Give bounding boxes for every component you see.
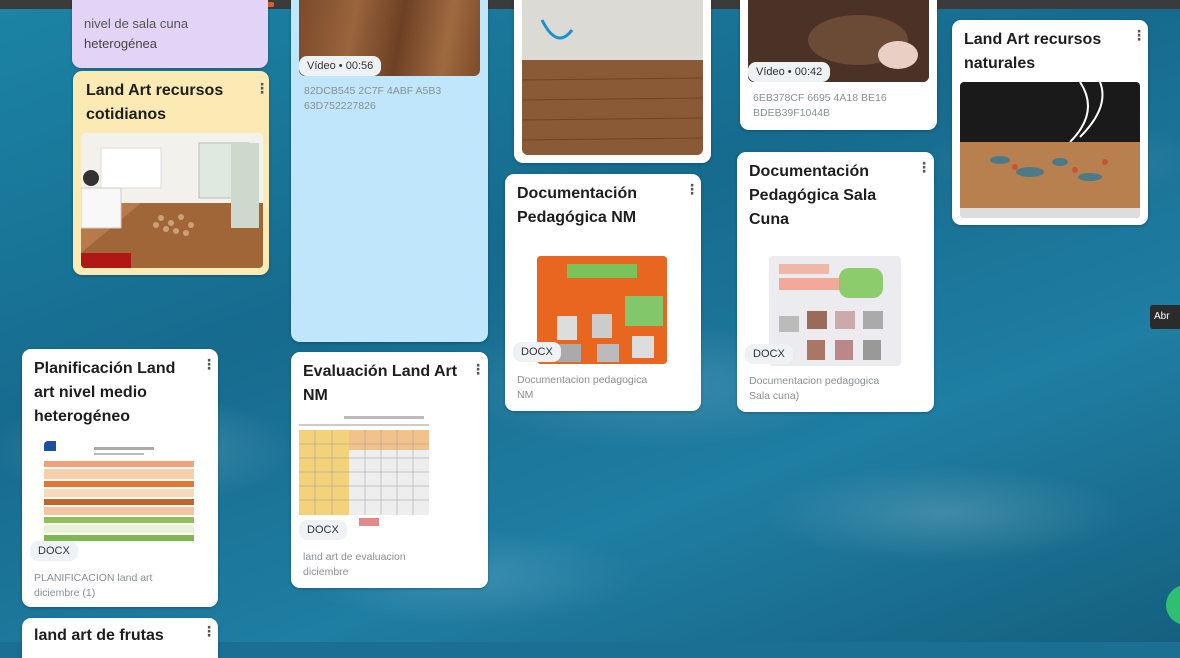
card-title: Pedagógica NM bbox=[517, 209, 637, 226]
more-options-icon[interactable]: ⋮ bbox=[917, 160, 931, 174]
classroom-photo bbox=[81, 133, 263, 268]
document-caption: diciembre (1) bbox=[34, 587, 96, 599]
docx-badge: DOCX bbox=[745, 344, 793, 364]
more-options-icon[interactable]: ⋮ bbox=[1132, 28, 1146, 42]
document-caption: Sala cuna) bbox=[749, 390, 800, 402]
docx-badge: DOCX bbox=[30, 541, 78, 561]
card-video-2[interactable]: Vídeo • 00:42 6EB378CF 6695 4A18 BE16 BD… bbox=[740, 0, 937, 130]
card-title: Evaluación Land Art bbox=[303, 363, 458, 380]
document-caption: Documentacion pedagogica bbox=[517, 374, 648, 386]
card-title: heterogénea bbox=[84, 36, 158, 51]
card-title: land art de frutas bbox=[34, 627, 164, 644]
card-evaluacion-land-art[interactable]: Evaluación Land Art NM ⋮ DOCX land art d… bbox=[291, 352, 488, 588]
card-title: naturales bbox=[964, 55, 1036, 72]
docx-badge: DOCX bbox=[299, 520, 347, 540]
card-land-art-frutas[interactable]: land art de frutas ⋮ bbox=[22, 618, 218, 658]
card-sala-cuna-heterogenea[interactable]: nivel de sala cuna heterogénea bbox=[72, 0, 268, 68]
document-caption: PLANIFICACION land art bbox=[34, 572, 153, 584]
card-title: nivel de sala cuna bbox=[84, 16, 189, 31]
document-caption: diciembre bbox=[303, 566, 349, 578]
card-documentacion-nm[interactable]: Documentación Pedagógica NM ⋮ DOCX Docum… bbox=[505, 174, 701, 411]
natural-materials-photo bbox=[960, 82, 1140, 218]
more-options-icon[interactable]: ⋮ bbox=[255, 81, 269, 95]
card-planificacion[interactable]: Planificación Land art nivel medio heter… bbox=[22, 349, 218, 607]
card-title: Planificación Land bbox=[34, 360, 176, 377]
floor-photo[interactable] bbox=[522, 0, 703, 155]
card-title: Documentación bbox=[517, 185, 638, 202]
document-caption: land art de evaluacion bbox=[303, 551, 406, 563]
document-caption: Documentacion pedagogica bbox=[749, 375, 880, 387]
card-title: Documentación bbox=[749, 163, 870, 180]
document-caption: NM bbox=[517, 389, 534, 401]
card-land-art-naturales[interactable]: Land Art recursos naturales ⋮ bbox=[952, 20, 1148, 225]
video-duration-badge: Vídeo • 00:42 bbox=[748, 62, 831, 82]
video-caption: 63D752227826 bbox=[304, 100, 376, 112]
video-caption: BDEB39F1044B bbox=[753, 107, 831, 119]
card-title: NM bbox=[303, 387, 328, 404]
card-land-art-cotidianos[interactable]: Land Art recursos cotidianos ⋮ bbox=[73, 71, 269, 275]
card-title: Pedagógica Sala bbox=[749, 187, 877, 204]
evaluation-document-preview bbox=[299, 414, 439, 530]
card-title: Land Art recursos bbox=[964, 31, 1102, 48]
tooltip: Abr bbox=[1150, 305, 1180, 329]
planning-document-preview bbox=[44, 441, 196, 553]
video-duration-badge: Vídeo • 00:56 bbox=[299, 56, 382, 76]
more-options-icon[interactable]: ⋮ bbox=[685, 182, 699, 196]
video-caption: 6EB378CF 6695 4A18 BE16 bbox=[753, 92, 887, 104]
card-title: heterogéneo bbox=[34, 408, 131, 425]
docx-badge: DOCX bbox=[513, 342, 561, 362]
card-title: Land Art recursos bbox=[86, 82, 224, 99]
card-documentacion-sala-cuna[interactable]: Documentación Pedagógica Sala Cuna ⋮ DOC… bbox=[737, 152, 934, 412]
more-options-icon[interactable]: ⋮ bbox=[471, 362, 485, 376]
card-video-1[interactable]: Vídeo • 00:56 82DCB545 2C7F 4ABF A5B3 63… bbox=[291, 0, 488, 342]
video-caption: 82DCB545 2C7F 4ABF A5B3 bbox=[304, 85, 442, 97]
card-title: art nivel medio bbox=[34, 384, 147, 401]
more-options-icon[interactable]: ⋮ bbox=[202, 624, 216, 638]
card-title: cotidianos bbox=[86, 106, 167, 123]
more-options-icon[interactable]: ⋮ bbox=[202, 357, 216, 371]
card-floor-photo[interactable] bbox=[514, 0, 711, 163]
card-title: Cuna bbox=[749, 211, 789, 228]
